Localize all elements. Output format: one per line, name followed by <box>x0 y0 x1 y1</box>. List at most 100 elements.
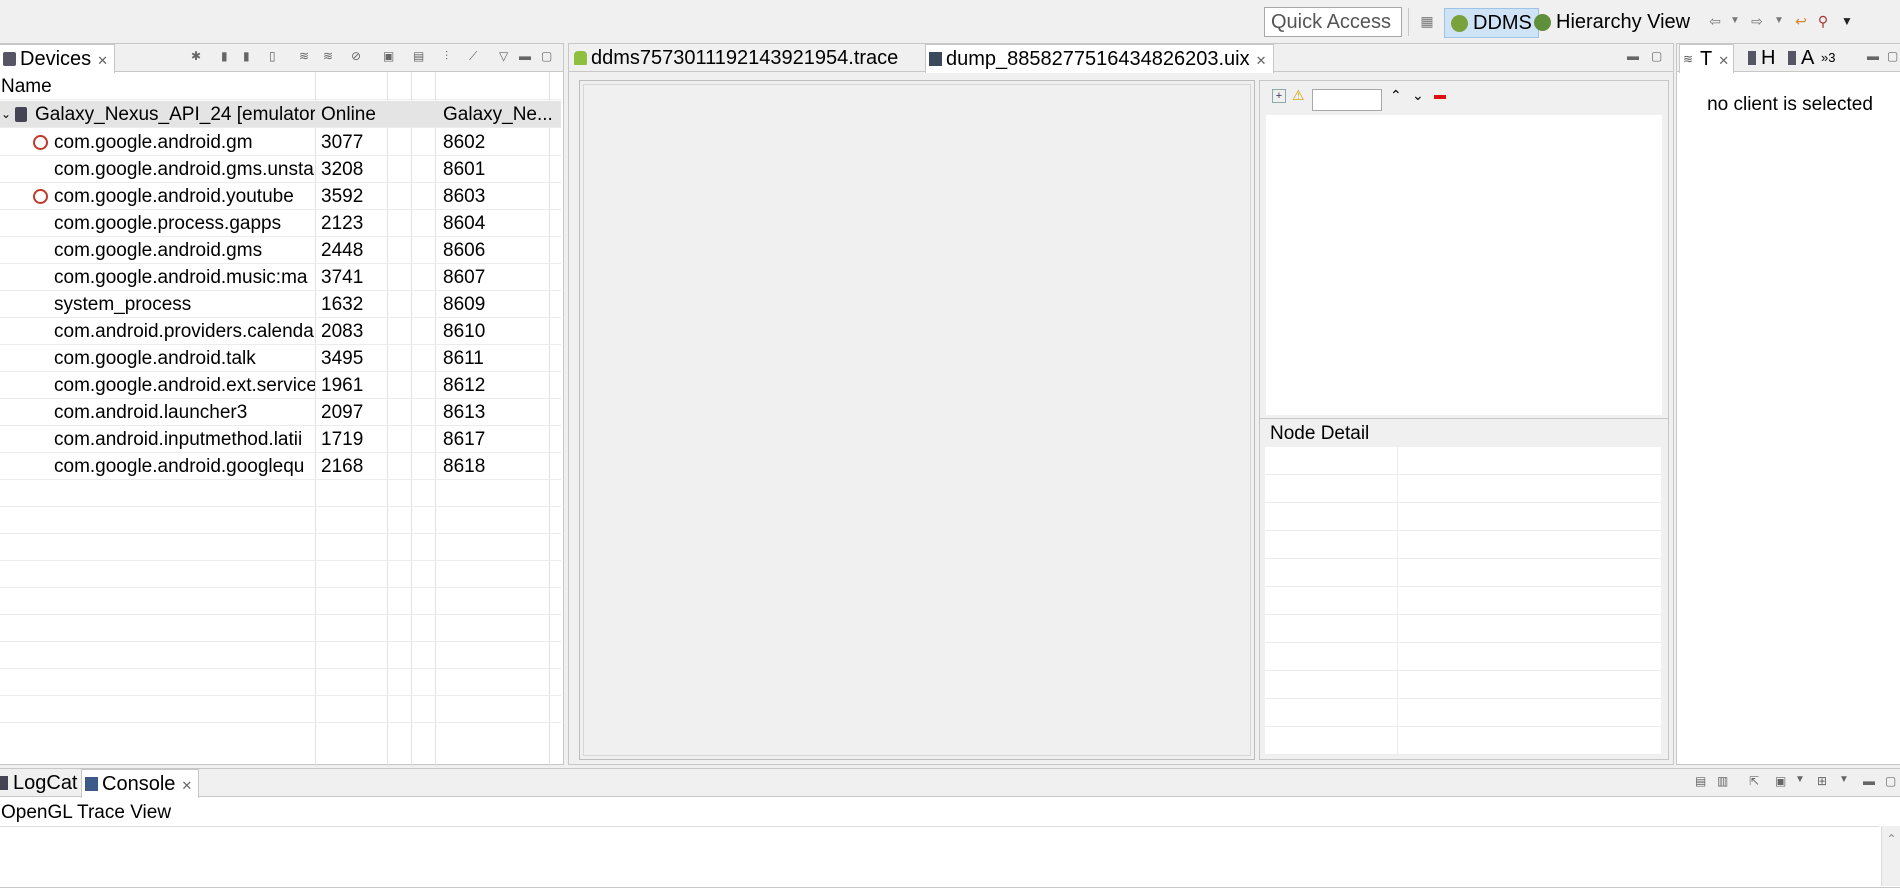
process-row[interactable]: com.google.android.talk 3495 8611 <box>0 345 561 372</box>
process-port: 8601 <box>443 159 486 180</box>
process-row[interactable]: system_process 1632 8609 <box>0 291 561 318</box>
column-header-name[interactable]: Name <box>1 73 315 100</box>
process-row[interactable]: com.google.android.gms.unsta 3208 8601 <box>0 156 561 183</box>
dump-view-hierarchy-icon[interactable]: ▤ <box>413 49 424 63</box>
method-profiling-icon[interactable]: ≋ <box>323 49 333 63</box>
scroll-lock-icon[interactable]: ▥ <box>1717 774 1728 788</box>
chevron-down-icon[interactable]: ▼ <box>1795 774 1805 785</box>
tab-heap[interactable]: H <box>1741 44 1777 72</box>
clear-console-icon[interactable]: ▤ <box>1695 774 1706 788</box>
process-row[interactable]: com.google.android.music:ma 3741 8607 <box>0 264 561 291</box>
process-row[interactable]: com.google.android.youtube 3592 8603 <box>0 183 561 210</box>
tab-logcat[interactable]: LogCat <box>0 769 84 797</box>
minimize-icon[interactable]: ▬ <box>1627 49 1639 63</box>
stop-process-icon[interactable]: ⊘ <box>351 49 361 63</box>
warning-icon[interactable]: ⚠ <box>1292 87 1305 104</box>
tab-label: A <box>1801 47 1815 69</box>
empty-row <box>0 588 561 615</box>
node-detail-row <box>1265 699 1661 727</box>
cause-gc-icon[interactable]: ▯ <box>269 49 276 63</box>
process-name: com.google.android.gms <box>54 240 263 261</box>
update-threads-icon[interactable]: ≋ <box>299 49 309 63</box>
minimize-icon[interactable]: ▬ <box>1867 49 1879 63</box>
tab-allocation[interactable]: A <box>1781 44 1816 72</box>
opengl-trace-icon[interactable]: ⟋ <box>469 49 477 64</box>
process-row[interactable]: com.android.launcher3 2097 8613 <box>0 399 561 426</box>
maximize-icon[interactable]: ▢ <box>1887 49 1898 63</box>
undo-icon[interactable]: ↩ <box>1792 12 1810 30</box>
process-pid: 1961 <box>321 375 364 396</box>
open-perspective-icon[interactable]: ▦ <box>1418 12 1436 30</box>
chevron-down-icon[interactable]: ▼ <box>1838 12 1856 30</box>
more-tabs-button[interactable]: »3 <box>1817 44 1841 72</box>
next-match-icon[interactable]: ⌄ <box>1412 87 1424 104</box>
tab-uix-dump[interactable]: dump_8858277516434826203.uix ✕ <box>925 44 1274 73</box>
close-icon[interactable]: ✕ <box>1256 53 1267 68</box>
dump-hprof-icon[interactable]: ▮ <box>243 49 250 63</box>
process-row[interactable]: com.google.android.googlequ 2168 8618 <box>0 453 561 480</box>
process-pid: 2097 <box>321 402 364 423</box>
expand-all-icon[interactable]: + <box>1272 89 1286 103</box>
tree-search-input[interactable] <box>1312 89 1382 111</box>
hierarchy-dump-icon <box>929 52 942 66</box>
empty-row <box>0 615 561 642</box>
screen-capture-icon[interactable]: ▣ <box>383 49 394 63</box>
device-row[interactable]: ⌄ Galaxy_Nexus_API_24 [emulator- Online … <box>0 101 561 128</box>
process-port: 8612 <box>443 375 486 396</box>
console-output[interactable] <box>0 826 1879 886</box>
console-scrollbar[interactable]: ⌃ <box>1881 826 1900 886</box>
close-icon[interactable]: ✕ <box>181 778 192 793</box>
maximize-icon[interactable]: ▢ <box>1651 49 1662 63</box>
process-name: com.google.android.googlequ <box>54 456 305 477</box>
chevron-down-icon[interactable]: ▼ <box>1726 12 1744 30</box>
close-icon[interactable]: ✕ <box>1718 53 1729 68</box>
clear-search-icon[interactable] <box>1434 95 1446 99</box>
scroll-up-icon[interactable]: ⌃ <box>1882 832 1900 846</box>
empty-row <box>0 507 561 534</box>
hierarchy-tree[interactable] <box>1266 115 1662 415</box>
display-console-icon[interactable]: ▣ <box>1775 774 1786 788</box>
chevron-down-icon[interactable]: ▼ <box>1770 12 1788 30</box>
process-pid: 1632 <box>321 294 364 315</box>
process-row[interactable]: com.google.android.ext.service 1961 8612 <box>0 372 561 399</box>
debug-process-icon[interactable]: ✱ <box>191 49 201 63</box>
minimize-icon[interactable]: ▬ <box>1863 774 1875 788</box>
update-heap-icon[interactable]: ▮ <box>221 49 228 63</box>
process-row[interactable]: com.google.process.gapps 2123 8604 <box>0 210 561 237</box>
toolbar-forward-icon[interactable]: ⇨ <box>1748 12 1766 30</box>
previous-match-icon[interactable]: ⌃ <box>1390 87 1402 104</box>
node-detail-table <box>1265 447 1661 755</box>
systrace-icon[interactable]: ⫶ <box>445 49 448 64</box>
toolbar-back-icon[interactable]: ⇦ <box>1706 12 1724 30</box>
editor-area: ddms7573011192143921954.trace dump_88582… <box>568 43 1674 765</box>
view-menu-icon[interactable]: ▽ <box>499 49 508 63</box>
empty-row <box>0 480 561 507</box>
process-pid: 2083 <box>321 321 364 342</box>
tab-label: dump_8858277516434826203.uix <box>946 48 1250 70</box>
perspective-hierarchy-view-button[interactable]: Hierarchy View <box>1528 8 1696 38</box>
chevron-down-icon[interactable]: ⌄ <box>1 101 15 128</box>
maximize-icon[interactable]: ▢ <box>541 49 552 63</box>
process-port: 8607 <box>443 267 486 288</box>
process-row[interactable]: com.google.android.gm 3077 8602 <box>0 129 561 156</box>
quick-access-input[interactable]: Quick Access <box>1264 7 1402 37</box>
minimize-icon[interactable]: ▬ <box>519 49 531 63</box>
tab-trace-file[interactable]: ddms7573011192143921954.trace <box>571 44 904 72</box>
screenshot-canvas[interactable] <box>583 84 1251 756</box>
close-icon[interactable]: ✕ <box>97 53 108 68</box>
chevron-down-icon[interactable]: ▼ <box>1839 774 1849 785</box>
node-detail-pane: Node Detail <box>1259 418 1669 760</box>
node-detail-row <box>1265 671 1661 699</box>
pin-console-icon[interactable]: ⇱ <box>1749 774 1759 788</box>
tab-devices[interactable]: Devices ✕ <box>0 44 116 73</box>
perspective-ddms-button[interactable]: DDMS <box>1444 8 1539 38</box>
maximize-icon[interactable]: ▢ <box>1885 774 1896 788</box>
tab-console[interactable]: Console ✕ <box>81 769 200 798</box>
open-console-icon[interactable]: ⊞ <box>1817 774 1827 788</box>
search-icon[interactable]: ⚲ <box>1814 12 1832 30</box>
process-row[interactable]: com.google.android.gms 2448 8606 <box>0 237 561 264</box>
process-row[interactable]: com.android.inputmethod.latii 1719 8617 <box>0 426 561 453</box>
process-row[interactable]: com.android.providers.calenda 2083 8610 <box>0 318 561 345</box>
process-name: com.android.providers.calenda <box>54 321 314 342</box>
tab-threads[interactable]: ≋ T ✕ <box>1679 44 1735 73</box>
